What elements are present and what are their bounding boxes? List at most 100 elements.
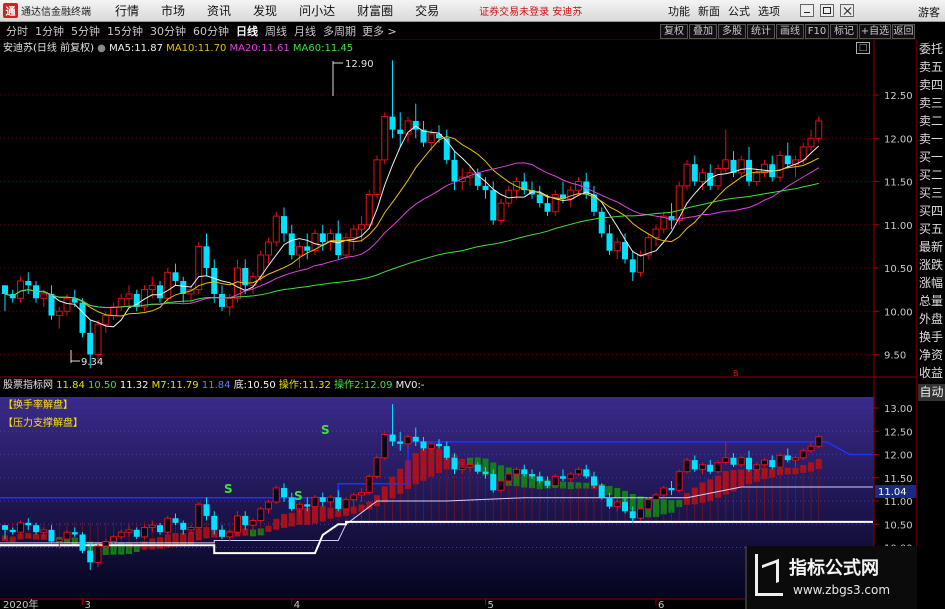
ma60-label: MA60: bbox=[292, 43, 325, 54]
candle-body bbox=[373, 159, 381, 195]
more-periods-button[interactable]: 更多 > bbox=[362, 23, 397, 39]
side-volume: 总量 bbox=[919, 294, 944, 308]
draw-line-button[interactable]: 画线 bbox=[776, 24, 804, 39]
side-sell5: 卖五 bbox=[919, 60, 944, 74]
candle-body bbox=[157, 285, 163, 299]
period-5min[interactable]: 5分钟 bbox=[70, 23, 101, 39]
period-monthly[interactable]: 月线 bbox=[293, 23, 317, 39]
stock-label[interactable]: 安迪苏(日线 前复权) bbox=[3, 43, 94, 54]
ma20-line bbox=[4, 162, 820, 308]
sub-candle-body bbox=[730, 457, 737, 465]
fuquan-button[interactable]: 复权 bbox=[660, 24, 688, 39]
sub-candle-body bbox=[622, 501, 628, 512]
side-weituo[interactable]: 委托 bbox=[919, 42, 945, 57]
menu-zixun[interactable]: 资讯 bbox=[207, 2, 231, 19]
sub-candle-body bbox=[203, 504, 210, 516]
period-fenshi[interactable]: 分时 bbox=[5, 23, 29, 39]
menu-wenxiaoda[interactable]: 问小达 bbox=[299, 2, 335, 19]
candle-body bbox=[125, 293, 133, 299]
sub-candle-body bbox=[683, 459, 691, 473]
candle-body bbox=[164, 271, 172, 299]
menu-faxian[interactable]: 发现 bbox=[253, 2, 277, 19]
sub-candle-body bbox=[668, 487, 675, 491]
period-30min[interactable]: 30分钟 bbox=[149, 23, 187, 39]
period-daily[interactable]: 日线 bbox=[235, 23, 259, 39]
sub-candle-body bbox=[466, 464, 474, 468]
candle-body bbox=[79, 302, 86, 333]
period-multi[interactable]: 多周期 bbox=[322, 23, 357, 39]
menu-gongneng[interactable]: 功能 bbox=[668, 3, 690, 19]
menu-hangqing[interactable]: 行情 bbox=[115, 2, 139, 19]
multi-stock-button[interactable]: 多股 bbox=[718, 24, 746, 39]
sub-candle-body bbox=[234, 515, 241, 533]
main-legend: 安迪苏(日线 前复权) ● MA5:11.87 MA10:11.70 MA20:… bbox=[3, 42, 353, 56]
auto-button[interactable]: 自动 bbox=[918, 384, 945, 401]
sub-candle-body bbox=[265, 501, 272, 510]
menu-gongshi[interactable]: 公式 bbox=[728, 3, 750, 19]
sub-value-1: 11.84 bbox=[56, 380, 85, 391]
low-price-label: 9.34 bbox=[81, 357, 103, 368]
add-watchlist-button[interactable]: +自选 bbox=[859, 24, 891, 39]
sub-value-5: 11.84 bbox=[201, 380, 231, 391]
candle-body bbox=[40, 293, 48, 299]
sub-candle-body bbox=[350, 494, 358, 501]
candle-body bbox=[2, 285, 8, 294]
sub-candle-body bbox=[513, 468, 520, 475]
stats-button[interactable]: 统计 bbox=[747, 24, 775, 39]
candle-body bbox=[598, 211, 605, 234]
sub-indicator-name[interactable]: 股票指标网 bbox=[3, 380, 53, 391]
settings-dot-icon[interactable]: ● bbox=[97, 43, 106, 54]
sub-candle-body bbox=[521, 469, 528, 475]
candle-body bbox=[482, 185, 489, 191]
menu-jiaoyi[interactable]: 交易 bbox=[415, 2, 439, 19]
sub-candle-body bbox=[296, 503, 303, 510]
candle-body bbox=[335, 233, 342, 256]
sub-candle-body bbox=[699, 464, 706, 470]
sub-candle-body bbox=[195, 503, 203, 529]
expand-icon[interactable]: □ bbox=[856, 42, 870, 54]
close-icon[interactable] bbox=[840, 4, 854, 17]
period-60min[interactable]: 60分钟 bbox=[192, 23, 230, 39]
menu-xuanxiang[interactable]: 选项 bbox=[758, 3, 780, 19]
period-15min[interactable]: 15分钟 bbox=[106, 23, 144, 39]
guest-login-link[interactable]: 游客 bbox=[918, 4, 940, 20]
back-button[interactable]: 返回 bbox=[892, 24, 915, 39]
minimize-icon[interactable] bbox=[800, 4, 814, 17]
menu-shichang[interactable]: 市场 bbox=[161, 2, 185, 19]
sub-candle-body bbox=[753, 464, 761, 470]
sub-mv0-label: MV0: bbox=[395, 380, 421, 391]
maximize-icon[interactable] bbox=[820, 4, 834, 17]
sub-candle-body bbox=[272, 487, 280, 503]
sub-candle-body bbox=[591, 476, 597, 486]
y-tick-label: 9.50 bbox=[884, 351, 906, 362]
overlay-button[interactable]: 叠加 bbox=[689, 24, 717, 39]
candle-body bbox=[211, 268, 218, 294]
sub-candle-body bbox=[164, 517, 172, 533]
candle-body bbox=[94, 323, 102, 356]
sub-candle-body bbox=[404, 436, 412, 445]
side-buy3: 买三 bbox=[919, 186, 944, 200]
sub-candle-body bbox=[71, 532, 78, 535]
s-signal-2: S bbox=[294, 489, 303, 503]
candle-body bbox=[219, 293, 225, 307]
period-weekly[interactable]: 周线 bbox=[264, 23, 288, 39]
y-tick-label: 11.50 bbox=[884, 474, 913, 485]
mark-button[interactable]: 标记 bbox=[830, 24, 858, 39]
kline-chart[interactable]: 12.50 12.00 11.50 11.00 10.50 10.00 9.50 13.00… bbox=[0, 40, 916, 609]
sub-candle-body bbox=[412, 436, 419, 442]
candle-body bbox=[427, 133, 435, 144]
menu-caifuquan[interactable]: 财富圈 bbox=[357, 2, 393, 19]
period-1min[interactable]: 1分钟 bbox=[34, 23, 65, 39]
candle-body bbox=[737, 159, 745, 174]
sub-candle-body bbox=[342, 499, 350, 510]
candle-body bbox=[117, 297, 125, 308]
menu-xinmian[interactable]: 新面 bbox=[698, 3, 720, 19]
candle-body bbox=[714, 168, 722, 187]
sub-candle-body bbox=[257, 508, 265, 522]
f10-button[interactable]: F10 bbox=[805, 24, 829, 39]
sub-candle-body bbox=[660, 487, 668, 496]
ma60-line bbox=[4, 182, 819, 308]
trade-login-notice[interactable]: 证券交易未登录 安迪苏 bbox=[479, 3, 582, 18]
side-earnings: 收益 bbox=[919, 366, 944, 380]
sub-candle-body bbox=[613, 501, 621, 508]
